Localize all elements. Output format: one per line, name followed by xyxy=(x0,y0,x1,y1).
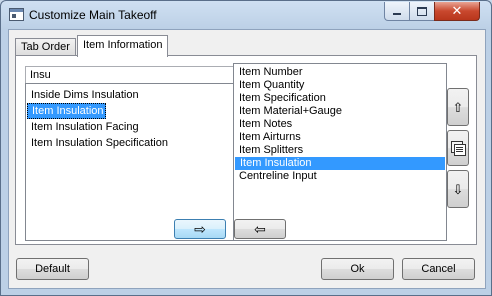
ok-button[interactable]: Ok xyxy=(321,258,394,280)
minimize-button[interactable] xyxy=(384,2,410,21)
list-item[interactable]: Item Quantity xyxy=(234,79,446,92)
remove-item-button[interactable]: ⇦ xyxy=(234,219,286,239)
arrow-down-icon: ⇩ xyxy=(452,181,464,197)
list-item[interactable]: Item Specification xyxy=(234,92,446,105)
list-item[interactable]: Item Material+Gauge xyxy=(234,105,446,118)
list-item[interactable]: Item Airturns xyxy=(234,131,446,144)
dialog-client: Tab Order Item Information Inside Dims I… xyxy=(8,29,486,289)
window-title: Customize Main Takeoff xyxy=(29,8,157,22)
list-item[interactable]: Item Insulation xyxy=(27,103,106,119)
search-input[interactable] xyxy=(25,66,235,84)
close-icon: ✕ xyxy=(451,3,463,18)
list-item[interactable]: Item Insulation xyxy=(235,157,445,170)
list-item[interactable]: Centreline Input xyxy=(234,170,446,183)
available-items-list[interactable]: Inside Dims Insulation Item Insulation Ite… xyxy=(25,83,235,241)
app-icon[interactable] xyxy=(9,8,24,21)
tab-tab-order[interactable]: Tab Order xyxy=(15,38,76,56)
title-bar[interactable]: Customize Main Takeoff ✕ xyxy=(1,1,491,29)
list-item[interactable]: Item Insulation Facing xyxy=(26,119,234,135)
properties-button[interactable] xyxy=(447,130,469,166)
arrow-left-icon: ⇦ xyxy=(254,221,266,237)
default-button[interactable]: Default xyxy=(16,258,89,280)
tab-item-information[interactable]: Item Information xyxy=(77,35,169,57)
list-item[interactable]: Item Insulation Specification xyxy=(26,135,234,151)
list-item[interactable]: Item Number xyxy=(234,66,446,79)
minimize-icon xyxy=(393,13,401,15)
arrow-up-icon: ⇧ xyxy=(452,99,464,115)
list-item[interactable]: Item Splitters xyxy=(234,144,446,157)
cancel-button[interactable]: Cancel xyxy=(402,258,475,280)
properties-icon xyxy=(451,141,466,156)
move-down-button[interactable]: ⇩ xyxy=(447,170,469,208)
maximize-icon xyxy=(417,6,427,16)
maximize-button[interactable] xyxy=(409,2,435,21)
list-item[interactable]: Item Notes xyxy=(234,118,446,131)
list-item[interactable]: Inside Dims Insulation xyxy=(26,87,234,103)
available-items: Inside Dims Insulation Item Insulation Ite… xyxy=(26,84,234,151)
arrow-right-icon: ⇨ xyxy=(194,221,206,237)
move-up-button[interactable]: ⇧ xyxy=(447,88,469,126)
selected-items: Item Number Item Quantity Item Specificati… xyxy=(234,64,446,183)
close-button[interactable]: ✕ xyxy=(434,2,480,21)
dialog-window: Customize Main Takeoff ✕ Tab Order Item … xyxy=(0,0,492,296)
selected-items-list[interactable]: Item Number Item Quantity Item Specificati… xyxy=(233,63,447,241)
add-item-button[interactable]: ⇨ xyxy=(174,219,226,239)
